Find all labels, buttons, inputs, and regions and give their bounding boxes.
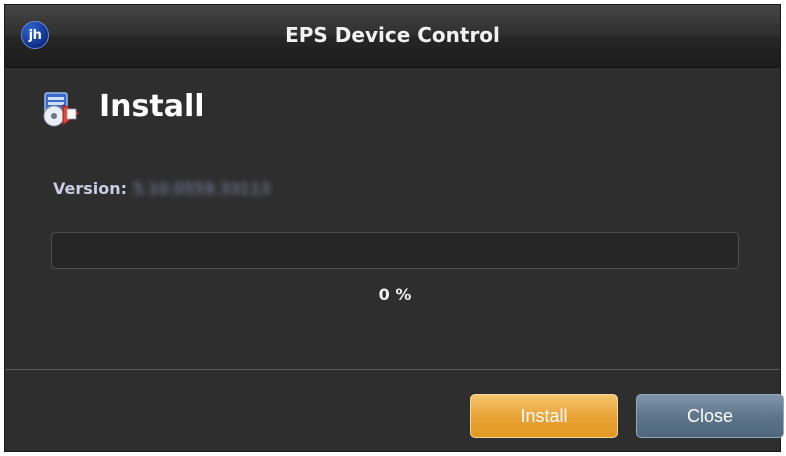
version-value: 5.10.0559.33113 [133,179,271,198]
page-heading: Install [99,89,205,124]
installer-window: jh EPS Device Control Install Version: 5.… [4,4,784,452]
install-button[interactable]: Install [470,394,618,438]
title-bar[interactable]: jh EPS Device Control [5,5,780,68]
install-disc-icon [41,91,83,129]
window-title: EPS Device Control [285,23,500,47]
close-button[interactable]: Close [636,394,784,438]
button-footer: Install Close [5,369,784,451]
progress-percent: 0 % [378,285,412,304]
progress-bar [51,232,739,269]
version-label: Version: [53,179,128,198]
version-row: Version: 5.10.0559.33113 [53,179,270,198]
